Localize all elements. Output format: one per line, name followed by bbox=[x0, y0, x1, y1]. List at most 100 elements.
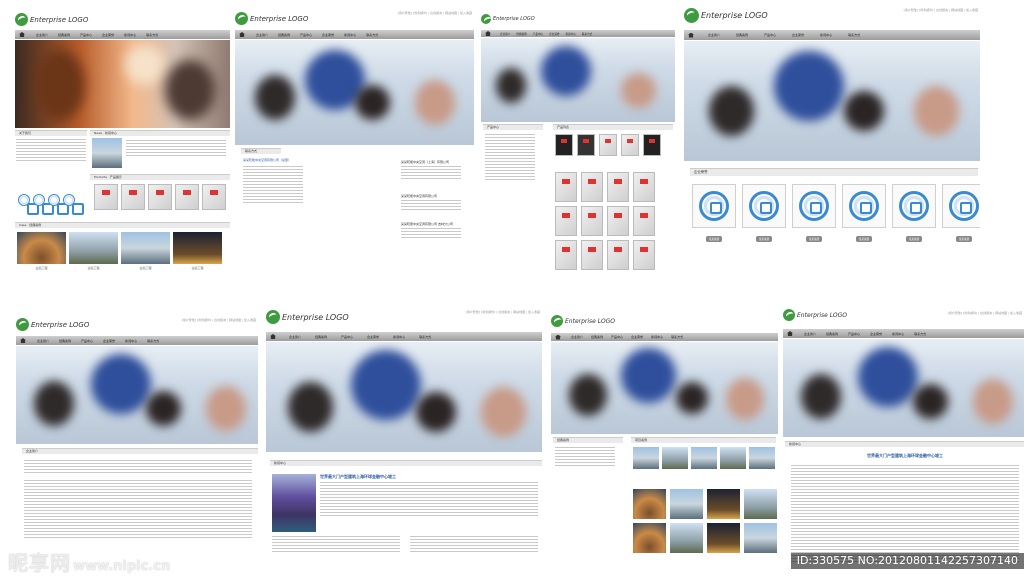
case-image[interactable] bbox=[720, 447, 746, 469]
case-image[interactable] bbox=[744, 523, 777, 553]
nav-item-intro[interactable]: 企业简介 bbox=[32, 339, 54, 343]
nav-item-contact[interactable]: 联系方式 bbox=[579, 32, 595, 36]
nav-item-intro[interactable]: 企业简介 bbox=[251, 33, 273, 37]
case-image[interactable] bbox=[662, 447, 688, 469]
nav-item-honors[interactable]: 企业荣誉 bbox=[546, 32, 562, 36]
nav-item-cases[interactable]: 经典案例 bbox=[54, 339, 76, 343]
nav-item-cases[interactable]: 经典案例 bbox=[53, 33, 75, 37]
site-logo[interactable]: Enterprise LOGO bbox=[481, 14, 535, 24]
product-image[interactable] bbox=[633, 206, 655, 236]
nav-item-cases[interactable]: 经典案例 bbox=[513, 32, 529, 36]
nav-item-intro[interactable]: 企业简介 bbox=[700, 33, 728, 37]
case-image[interactable] bbox=[670, 523, 703, 553]
nav-item-news[interactable]: 新闻中心 bbox=[386, 335, 412, 339]
product-image[interactable] bbox=[607, 240, 629, 270]
cert-label[interactable]: 某某资质 bbox=[805, 236, 823, 242]
nav-item-products[interactable]: 产品中心 bbox=[607, 335, 627, 339]
product-image[interactable] bbox=[555, 206, 577, 236]
nav-item-products[interactable]: 产品中心 bbox=[334, 335, 360, 339]
nav-item-contact[interactable]: 联系方式 bbox=[667, 335, 687, 339]
product-image[interactable] bbox=[555, 134, 573, 156]
nav-item-cases[interactable]: 经典案例 bbox=[728, 33, 756, 37]
product-image[interactable] bbox=[621, 134, 639, 156]
product-image[interactable] bbox=[577, 134, 595, 156]
site-logo[interactable]: Enterprise LOGO bbox=[783, 309, 847, 321]
site-logo[interactable]: Enterprise LOGO bbox=[266, 310, 349, 324]
top-links[interactable]: [用户登陆] [商务邮件] | 在线留言 | 网站地图 | 加入收藏 bbox=[182, 318, 256, 322]
product-image[interactable] bbox=[599, 134, 617, 156]
nav-item-honors[interactable]: 企业荣誉 bbox=[98, 339, 120, 343]
product-image[interactable] bbox=[148, 184, 172, 210]
case-image[interactable] bbox=[173, 232, 222, 264]
home-icon[interactable] bbox=[239, 32, 245, 37]
nav-item-contact[interactable]: 联系方式 bbox=[412, 335, 438, 339]
nav-item-products[interactable]: 产品中心 bbox=[843, 332, 865, 336]
nav-item-cases[interactable]: 经典案例 bbox=[308, 335, 334, 339]
nav-item-news[interactable]: 新闻中心 bbox=[812, 33, 840, 37]
product-image[interactable] bbox=[555, 172, 577, 202]
cert-item[interactable] bbox=[942, 184, 980, 228]
site-logo[interactable]: Enterprise LOGO bbox=[684, 8, 768, 23]
case-image[interactable] bbox=[670, 489, 703, 519]
cert-item[interactable] bbox=[792, 184, 836, 228]
nav-item-contact[interactable]: 联系方式 bbox=[142, 339, 164, 343]
nav-item-products[interactable]: 产品中心 bbox=[756, 33, 784, 37]
nav-item-honors[interactable]: 企业荣誉 bbox=[784, 33, 812, 37]
cert-item[interactable] bbox=[742, 184, 786, 228]
nav-item-contact[interactable]: 联系方式 bbox=[141, 33, 163, 37]
product-image[interactable] bbox=[121, 184, 145, 210]
nav-item-news[interactable]: 新闻中心 bbox=[339, 33, 361, 37]
product-image[interactable] bbox=[607, 172, 629, 202]
case-image[interactable] bbox=[633, 523, 666, 553]
top-links[interactable]: [用户登陆] [商务邮件] | 在线留言 | 网站地图 | 加入收藏 bbox=[904, 8, 978, 12]
nav-item-intro[interactable]: 企业简介 bbox=[31, 33, 53, 37]
nav-item-cases[interactable]: 经典案例 bbox=[273, 33, 295, 37]
product-image[interactable] bbox=[175, 184, 199, 210]
home-icon[interactable] bbox=[555, 334, 561, 340]
product-image[interactable] bbox=[581, 206, 603, 236]
site-logo[interactable]: Enterprise LOGO bbox=[235, 12, 308, 25]
cert-item[interactable] bbox=[842, 184, 886, 228]
nav-item-honors[interactable]: 企业荣誉 bbox=[627, 335, 647, 339]
case-image[interactable] bbox=[69, 232, 118, 264]
nav-item-products[interactable]: 产品中心 bbox=[530, 32, 546, 36]
nav-item-contact[interactable]: 联系方式 bbox=[840, 33, 868, 37]
home-icon[interactable] bbox=[19, 32, 25, 37]
cert-item[interactable] bbox=[892, 184, 936, 228]
nav-item-intro[interactable]: 企业简介 bbox=[799, 332, 821, 336]
case-image[interactable] bbox=[744, 489, 777, 519]
product-image[interactable] bbox=[633, 172, 655, 202]
cert-label[interactable]: 某某资质 bbox=[705, 236, 723, 242]
case-image[interactable] bbox=[691, 447, 717, 469]
news-image[interactable] bbox=[272, 474, 316, 532]
case-image[interactable] bbox=[17, 232, 66, 264]
nav-item-honors[interactable]: 企业荣誉 bbox=[360, 335, 386, 339]
home-icon[interactable] bbox=[787, 331, 793, 336]
product-image[interactable] bbox=[555, 240, 577, 270]
product-image[interactable] bbox=[581, 172, 603, 202]
site-logo[interactable]: Enterprise LOGO bbox=[15, 13, 88, 26]
nav-item-cases[interactable]: 经典案例 bbox=[587, 335, 607, 339]
product-image[interactable] bbox=[581, 240, 603, 270]
nav-item-products[interactable]: 产品中心 bbox=[76, 339, 98, 343]
top-links[interactable]: [用户登陆] [商务邮件] | 在线留言 | 网站地图 | 加入收藏 bbox=[466, 310, 540, 314]
nav-item-honors[interactable]: 企业荣誉 bbox=[317, 33, 339, 37]
cert-label[interactable]: 某某资质 bbox=[905, 236, 923, 242]
site-logo[interactable]: Enterprise LOGO bbox=[551, 315, 615, 327]
news-thumbnail[interactable] bbox=[92, 138, 122, 168]
nav-item-intro[interactable]: 企业简介 bbox=[282, 335, 308, 339]
cert-label[interactable]: 某某资质 bbox=[755, 236, 773, 242]
product-image[interactable] bbox=[643, 134, 661, 156]
case-image[interactable] bbox=[707, 523, 740, 553]
cert-item[interactable] bbox=[692, 184, 736, 228]
cert-label[interactable]: 某某资质 bbox=[955, 236, 973, 242]
nav-item-news[interactable]: 新闻中心 bbox=[647, 335, 667, 339]
nav-item-contact[interactable]: 联系方式 bbox=[361, 33, 383, 37]
case-image[interactable] bbox=[633, 489, 666, 519]
nav-item-news[interactable]: 新闻中心 bbox=[120, 339, 142, 343]
product-image[interactable] bbox=[94, 184, 118, 210]
nav-item-honors[interactable]: 企业荣誉 bbox=[865, 332, 887, 336]
product-image[interactable] bbox=[607, 206, 629, 236]
nav-item-cases[interactable]: 经典案例 bbox=[821, 332, 843, 336]
product-image[interactable] bbox=[202, 184, 226, 210]
